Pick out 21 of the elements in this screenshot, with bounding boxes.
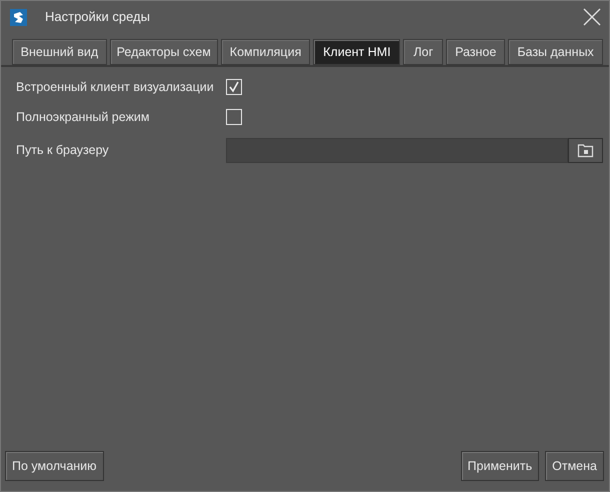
checkbox[interactable]: [226, 109, 242, 126]
tab[interactable]: Редакторы схем: [110, 39, 218, 65]
setting-label: Встроенный клиент визуализации: [16, 79, 215, 96]
tab[interactable]: Компиляция: [220, 39, 310, 65]
setting-label: Путь к браузеру: [16, 142, 110, 159]
path-field[interactable]: [226, 138, 568, 162]
close-icon[interactable]: [583, 8, 601, 26]
setting-label: Полноэкранный режим: [16, 108, 151, 126]
tab[interactable]: Базы данных: [508, 39, 603, 65]
tab[interactable]: Клиент HMI: [313, 39, 400, 65]
dialog-button[interactable]: Применить: [460, 451, 540, 481]
dialog-button[interactable]: По умолчанию: [5, 451, 104, 481]
folder-icon: [576, 142, 594, 158]
window-title: Настройки среды: [45, 8, 150, 26]
app-logo-icon: [10, 8, 27, 26]
tab[interactable]: Лог: [403, 39, 444, 65]
tab[interactable]: Внешний вид: [12, 39, 107, 65]
browse-button[interactable]: [568, 138, 603, 162]
dialog-button[interactable]: Отмена: [545, 451, 604, 481]
tab[interactable]: Разное: [446, 39, 506, 65]
checkbox[interactable]: [226, 79, 242, 96]
